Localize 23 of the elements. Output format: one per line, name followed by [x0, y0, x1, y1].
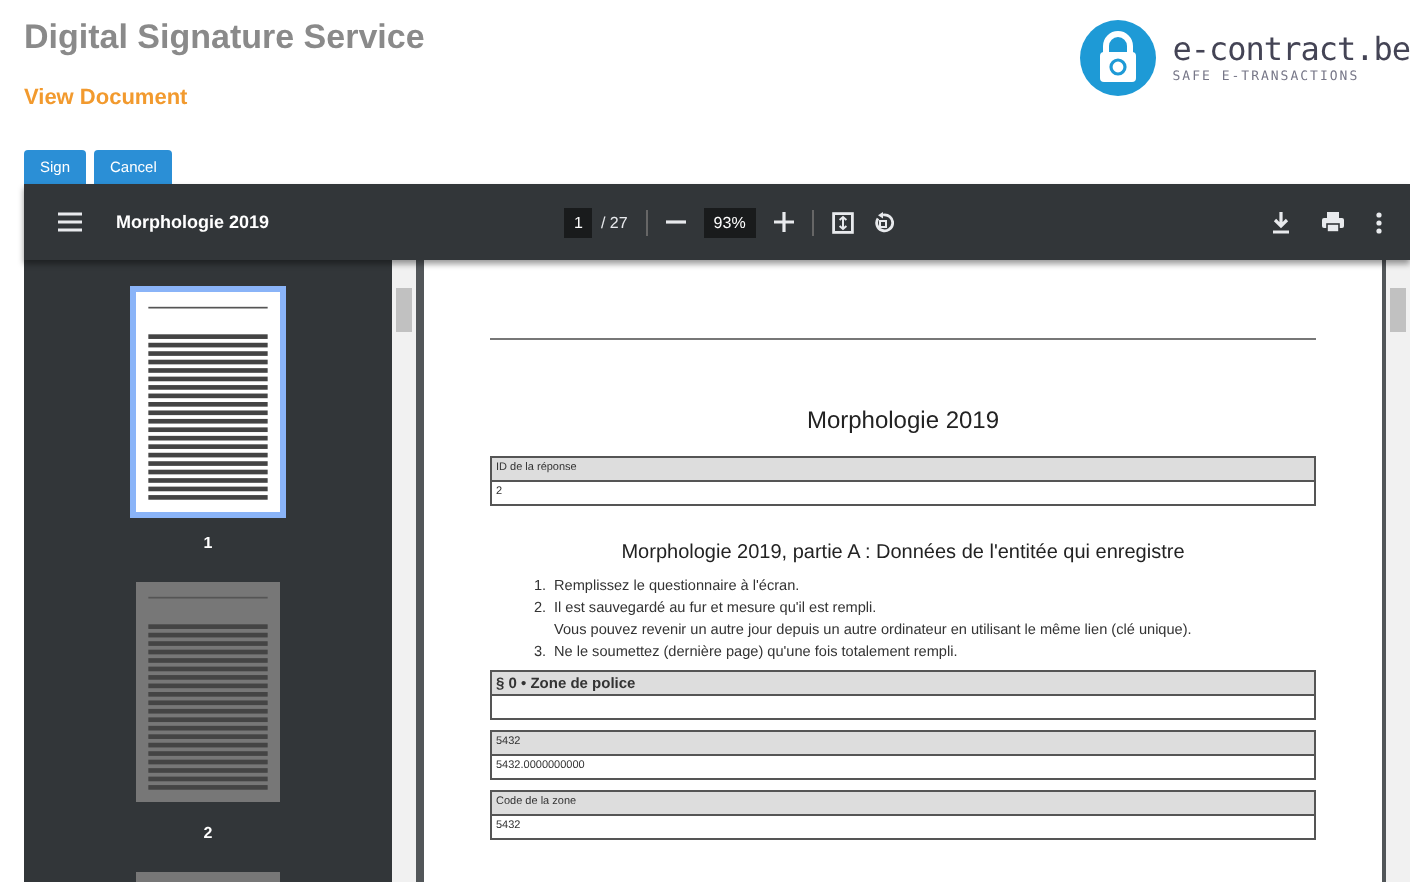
page-count: / 27	[600, 213, 628, 231]
thumbnail-page-number: 2	[203, 824, 213, 842]
page-thumbnail[interactable]	[130, 286, 286, 518]
page-subtitle: View Document	[24, 86, 190, 110]
fit-page-icon[interactable]	[831, 211, 854, 233]
page-title: Digital Signature Service	[24, 18, 425, 58]
rotate-icon[interactable]	[871, 211, 894, 233]
zoom-in-icon[interactable]	[773, 212, 794, 232]
more-icon[interactable]	[1376, 211, 1382, 233]
document-title: Morphologie 2019	[116, 212, 272, 232]
logo-name: e-contract.be	[1172, 32, 1410, 68]
download-icon[interactable]	[1272, 211, 1290, 233]
section-heading: Morphologie 2019, partie A : Données de l'entitée qui enregistre	[619, 542, 1187, 564]
padlock-logo-icon	[1080, 20, 1157, 96]
scrollbar[interactable]	[392, 260, 416, 882]
page-input[interactable]: 1	[564, 207, 593, 237]
page-thumbnail[interactable]	[130, 576, 286, 808]
zoom-input[interactable]: 93%	[703, 207, 756, 237]
scrollbar[interactable]	[1386, 260, 1410, 882]
document-heading: Morphologie 2019	[804, 406, 1002, 434]
thumbnail-page-number: 1	[203, 534, 213, 552]
print-icon[interactable]	[1322, 212, 1344, 232]
menu-icon[interactable]	[58, 212, 82, 232]
